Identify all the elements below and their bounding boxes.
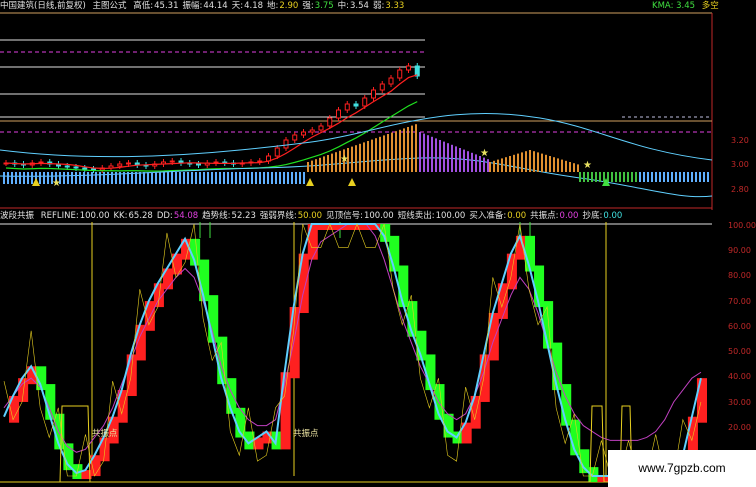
buy-prep-signal <box>59 405 633 483</box>
price-chart[interactable]: ★ ★ ★ ★ <box>0 0 756 210</box>
trend-block <box>280 372 291 450</box>
candle-body <box>344 103 350 111</box>
watermark: www.7gpzb.com <box>608 450 756 487</box>
trend-block <box>398 265 409 308</box>
osc-axis-tick: 50.00 <box>728 347 751 356</box>
candle-body <box>126 162 131 165</box>
price-axis-tick: 3.00 <box>731 160 749 169</box>
signal-triangle-icon <box>306 178 314 186</box>
osc-axis-tick: 40.00 <box>728 372 751 381</box>
star-icon: ★ <box>583 160 592 171</box>
candle-body <box>91 168 96 171</box>
trend-block <box>543 301 554 349</box>
osc-axis-tick: 20.00 <box>728 423 751 432</box>
candle-body <box>327 117 333 127</box>
star-icon: ★ <box>52 178 61 189</box>
signal-triangle-icon <box>348 178 356 186</box>
star-icon: ★ <box>480 148 489 159</box>
candle-body <box>388 77 394 85</box>
candle-body <box>169 160 175 163</box>
candle-body <box>371 89 376 99</box>
candle-body <box>379 83 385 91</box>
candle-body <box>64 165 70 168</box>
candle-body <box>274 147 280 157</box>
osc-axis-tick: 60.00 <box>728 322 751 331</box>
candle-body <box>309 129 315 133</box>
osc-axis-tick: 70.00 <box>728 297 751 306</box>
candle-body <box>353 103 359 107</box>
signal-triangle-icon <box>32 178 40 186</box>
candle-body <box>414 65 420 77</box>
oscillator-chart[interactable] <box>0 222 756 486</box>
osc-axis-tick: 90.00 <box>728 246 751 255</box>
osc-axis-tick: 100.00 <box>728 221 756 230</box>
candle-body <box>82 167 88 170</box>
price-axis-tick: 2.80 <box>731 185 749 194</box>
candle-body <box>336 109 341 119</box>
candle-body <box>406 65 411 71</box>
candle-body <box>117 163 123 167</box>
resonance-point-label: 共振点 <box>92 429 118 439</box>
candle-body <box>196 163 201 166</box>
osc-axis-tick: 30.00 <box>728 398 751 407</box>
candle-body <box>362 97 368 107</box>
candle-body <box>301 131 306 136</box>
resonance-point-label: 共振点 <box>293 429 319 439</box>
candle-body <box>283 139 289 149</box>
candle-body <box>318 125 324 131</box>
candle-body <box>292 134 298 141</box>
star-icon: ★ <box>340 154 349 165</box>
chart-window: 中国建筑(日线,前复权) 主图公式 高低:45.31 振幅:44.14 天:4.18… <box>0 0 756 487</box>
trend-block <box>534 265 545 308</box>
candle-body <box>73 166 79 169</box>
price-axis-tick: 3.20 <box>731 136 749 145</box>
candle-body <box>397 69 403 79</box>
osc-axis-tick: 80.00 <box>728 271 751 280</box>
